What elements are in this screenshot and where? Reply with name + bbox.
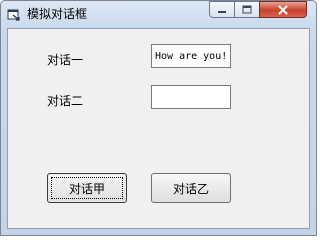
dialog-b-button[interactable]: 对话乙 [151, 173, 231, 203]
dialog-app-icon[interactable] [7, 7, 21, 21]
maximize-icon [242, 5, 252, 14]
label-dialog-one: 对话一 [47, 53, 84, 67]
dialog-window: 模拟对话框 对话一 对话二 对话甲 对话乙 [0, 0, 317, 236]
close-icon [278, 4, 288, 15]
dialog-a-button[interactable]: 对话甲 [47, 173, 127, 203]
dialog-one-field[interactable] [151, 44, 231, 68]
label-dialog-two: 对话二 [47, 94, 84, 108]
dialog-b-button-label: 对话乙 [172, 181, 209, 196]
window-title: 模拟对话框 [27, 7, 88, 21]
minimize-button[interactable] [209, 1, 235, 18]
close-button[interactable] [259, 1, 307, 18]
maximize-button[interactable] [234, 1, 260, 18]
minimize-icon [218, 10, 226, 13]
dialog-two-field[interactable] [151, 85, 231, 109]
dialog-client-area: 对话一 对话二 对话甲 对话乙 [7, 28, 310, 229]
focus-rectangle [51, 177, 123, 199]
